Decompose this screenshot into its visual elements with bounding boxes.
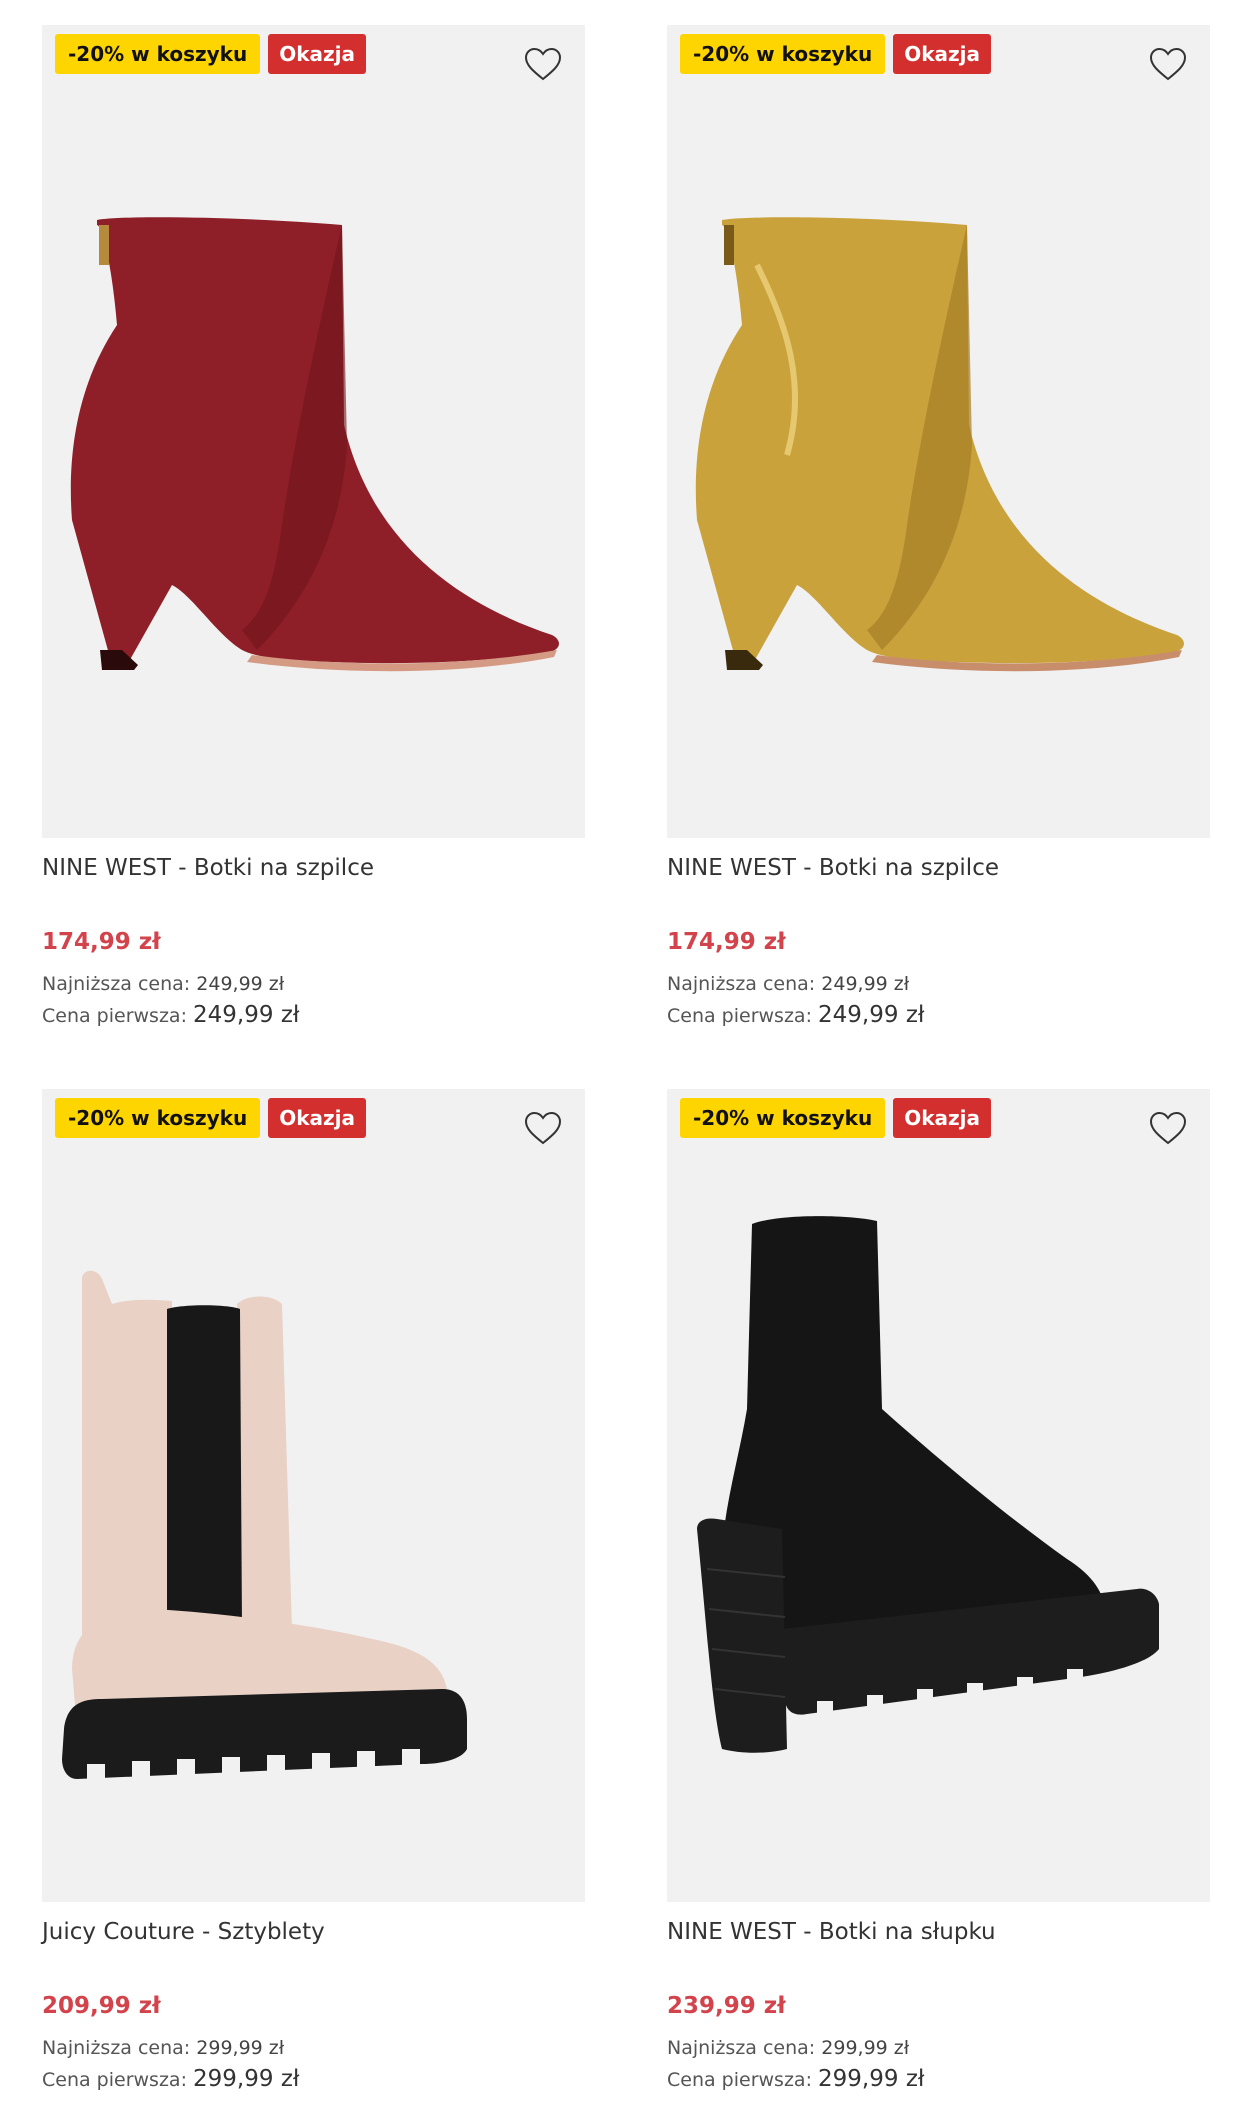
deal-badge: Okazja xyxy=(268,1098,366,1138)
stiletto-boot-red-image xyxy=(70,217,559,672)
lowest-price-label: Najniższa cena: xyxy=(42,973,191,995)
deal-badge: Okazja xyxy=(893,34,991,74)
product-image[interactable]: -20% w koszyku Okazja xyxy=(42,1089,585,1902)
lowest-price-label: Najniższa cena: xyxy=(42,2037,191,2059)
discount-badge: -20% w koszyku xyxy=(55,1098,261,1138)
price-info: Najniższa cena: 249,99 zł Cena pierwsza:… xyxy=(42,969,585,1032)
lowest-price-label: Najniższa cena: xyxy=(667,2037,816,2059)
discount-badge: -20% w koszyku xyxy=(680,34,886,74)
first-price-label: Cena pierwsza: xyxy=(667,1005,812,1027)
product-title[interactable]: Juicy Couture - Sztyblety xyxy=(42,1919,585,1945)
heart-outline-icon[interactable] xyxy=(523,45,563,85)
discount-badge: -20% w koszyku xyxy=(55,34,261,74)
chelsea-boot-beige-image xyxy=(62,1270,467,1784)
product-image[interactable]: -20% w koszyku Okazja xyxy=(667,1089,1210,1902)
heart-outline-icon[interactable] xyxy=(523,1109,563,1149)
product-price: 174,99 zł xyxy=(42,929,161,955)
product-price: 209,99 zł xyxy=(42,1993,161,2019)
product-title[interactable]: NINE WEST - Botki na szpilce xyxy=(667,855,1210,881)
stiletto-boot-gold-image xyxy=(695,217,1184,672)
first-price-value: 299,99 zł xyxy=(818,2066,925,2092)
first-price-value: 249,99 zł xyxy=(193,1002,300,1028)
discount-badge: -20% w koszyku xyxy=(680,1098,886,1138)
deal-badge: Okazja xyxy=(893,1098,991,1138)
lowest-price-value: 249,99 zł xyxy=(196,973,285,995)
product-card[interactable]: -20% w koszyku Okazja NINE WEST - Botki … xyxy=(667,1089,1210,2096)
heart-outline-icon[interactable] xyxy=(1148,45,1188,85)
first-price-label: Cena pierwsza: xyxy=(42,1005,187,1027)
first-price-value: 299,99 zł xyxy=(193,2066,300,2092)
lowest-price-value: 249,99 zł xyxy=(821,973,910,995)
first-price-value: 249,99 zł xyxy=(818,1002,925,1028)
lowest-price-label: Najniższa cena: xyxy=(667,973,816,995)
first-price-label: Cena pierwsza: xyxy=(667,2069,812,2091)
product-image[interactable]: -20% w koszyku Okazja xyxy=(667,25,1210,838)
lowest-price-value: 299,99 zł xyxy=(821,2037,910,2059)
price-info: Najniższa cena: 249,99 zł Cena pierwsza:… xyxy=(667,969,1210,1032)
lowest-price-value: 299,99 zł xyxy=(196,2037,285,2059)
product-card[interactable]: -20% w koszyku Okazja Juicy Couture - Sz… xyxy=(42,1089,585,2096)
heart-outline-icon[interactable] xyxy=(1148,1109,1188,1149)
product-title[interactable]: NINE WEST - Botki na słupku xyxy=(667,1919,1210,1945)
price-info: Najniższa cena: 299,99 zł Cena pierwsza:… xyxy=(667,2033,1210,2096)
product-price: 174,99 zł xyxy=(667,929,786,955)
deal-badge: Okazja xyxy=(268,34,366,74)
product-card[interactable]: -20% w koszyku Okazja NINE WEST - Botki … xyxy=(42,25,585,1032)
platform-boot-black-image xyxy=(697,1216,1159,1753)
product-card[interactable]: -20% w koszyku Okazja NINE WEST - Botki … xyxy=(667,25,1210,1032)
product-price: 239,99 zł xyxy=(667,1993,786,2019)
product-title[interactable]: NINE WEST - Botki na szpilce xyxy=(42,855,585,881)
product-image[interactable]: -20% w koszyku Okazja xyxy=(42,25,585,838)
first-price-label: Cena pierwsza: xyxy=(42,2069,187,2091)
price-info: Najniższa cena: 299,99 zł Cena pierwsza:… xyxy=(42,2033,585,2096)
